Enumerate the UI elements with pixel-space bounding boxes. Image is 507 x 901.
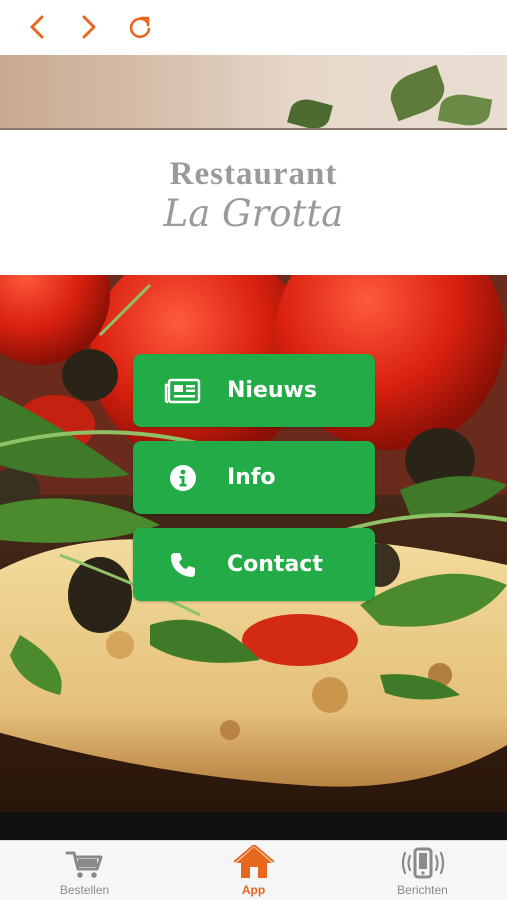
contact-button[interactable]: Contact — [133, 528, 375, 601]
phone-icon — [171, 552, 195, 577]
back-button[interactable] — [21, 10, 55, 44]
info-icon — [170, 464, 196, 491]
newspaper-icon — [164, 378, 201, 403]
chevron-right-icon — [82, 15, 96, 39]
phone-vibrate-icon — [401, 847, 444, 879]
tab-berichten[interactable]: Berichten — [338, 841, 507, 901]
refresh-button[interactable] — [123, 10, 157, 44]
cart-icon — [65, 851, 102, 878]
tab-bestellen-label: Bestellen — [59, 883, 110, 897]
info-button[interactable]: Info — [133, 441, 375, 514]
forward-button[interactable] — [71, 10, 105, 44]
news-button-label: Nieuws — [227, 378, 317, 403]
logo-title-line1: Restaurant — [169, 156, 338, 192]
news-button[interactable]: Nieuws — [133, 354, 375, 427]
chevron-left-icon — [30, 15, 44, 39]
refresh-icon — [129, 16, 151, 39]
info-button-label: Info — [227, 465, 276, 490]
home-icon — [233, 845, 274, 878]
tab-app-label: App — [241, 883, 266, 897]
contact-button-label: Contact — [227, 552, 323, 577]
bottom-tab-bar: Bestellen App Berichten — [0, 840, 507, 900]
banner-image — [0, 55, 507, 128]
top-nav-bar — [0, 0, 507, 55]
tab-bestellen[interactable]: Bestellen — [0, 841, 169, 901]
tab-app[interactable]: App — [169, 841, 338, 901]
tab-berichten-label: Berichten — [397, 883, 448, 897]
restaurant-logo-header: Restaurant La Grotta — [0, 128, 507, 275]
logo-title-line2: La Grotta — [163, 192, 344, 235]
image-bottom-edge — [0, 812, 507, 840]
